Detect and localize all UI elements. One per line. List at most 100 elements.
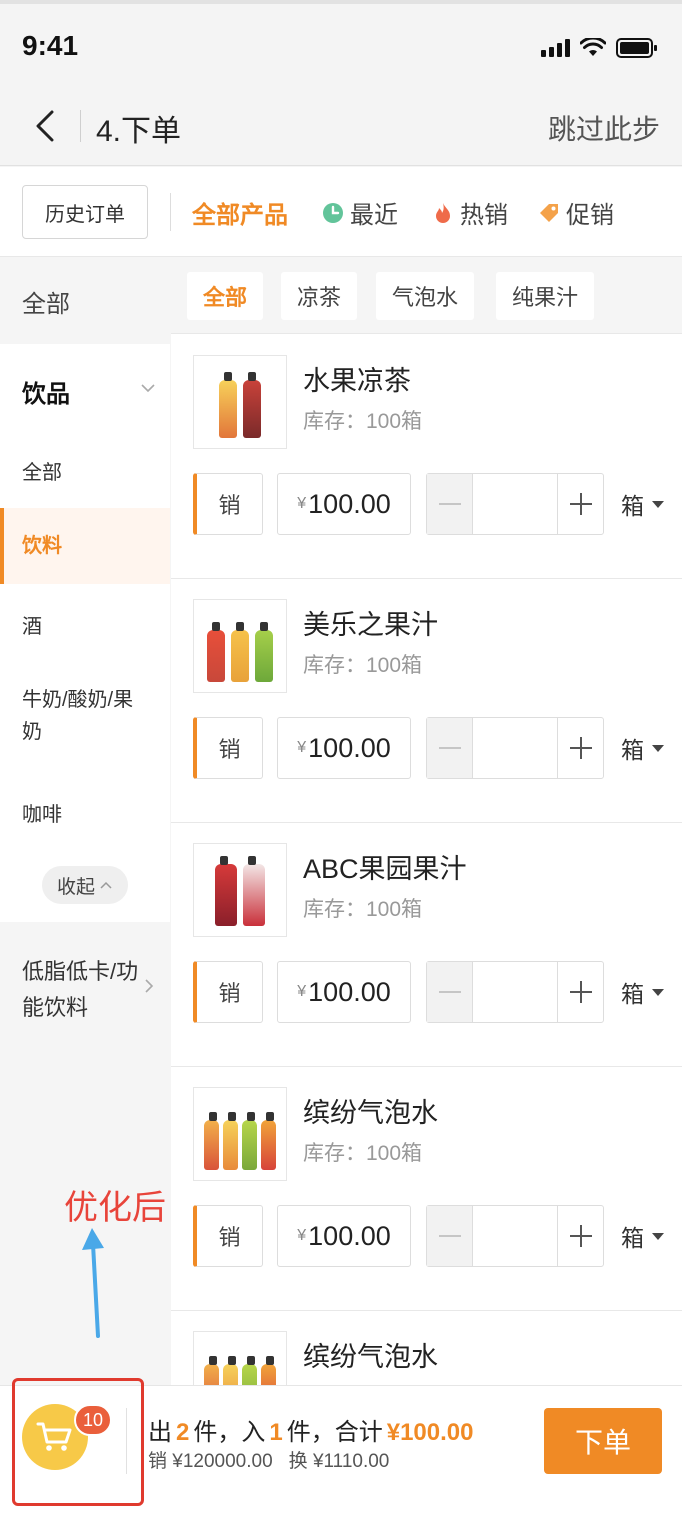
product-card: ABC果园果汁 库存：100箱 销 ¥ 100.00 箱 [171,823,682,1067]
product-name: 缤纷气泡水 [303,1342,438,1372]
sell-button[interactable]: 销 [193,1205,263,1267]
price-field[interactable]: ¥ 100.00 [277,717,411,779]
price-field[interactable]: ¥ 100.00 [277,1205,411,1267]
price-value: 100.00 [308,1220,391,1251]
product-image [193,1087,287,1181]
tab-hot[interactable]: 热销 [432,195,508,230]
chevron-down-icon[interactable] [140,380,156,396]
product-actions: 销 ¥ 100.00 箱 [193,961,673,1023]
currency-symbol: ¥ [297,495,307,512]
product-name: ABC果园果汁 [303,854,467,884]
tab-recent[interactable]: 最近 [322,195,398,230]
product-image [193,355,287,449]
unit-label: 箱 [621,981,644,1007]
minus-button[interactable] [427,962,473,1022]
order-summary: 出 2 件，入 1 件，合计 ¥100.00 [148,1412,473,1447]
unit-select[interactable]: 箱 [621,731,664,765]
back-arrow-icon[interactable] [28,106,68,146]
product-stock: 库存：100箱 [303,410,423,433]
sell-button[interactable]: 销 [193,961,263,1023]
minus-button[interactable] [427,474,473,534]
price-field[interactable]: ¥ 100.00 [277,961,411,1023]
unit-select[interactable]: 箱 [621,1219,664,1253]
annotation-label: 优化后 [64,1189,166,1227]
skip-step-button[interactable]: 跳过此步 [548,108,660,148]
place-order-button[interactable]: 下单 [544,1408,662,1474]
unit-label: 箱 [621,1225,644,1251]
quantity-input[interactable] [473,474,559,534]
annotation-arrow-icon [82,1228,104,1338]
plus-button[interactable] [557,718,603,778]
product-image [193,843,287,937]
exchange-summary: 换 ¥1110.00 [288,1451,390,1472]
tab-promo[interactable]: 促销 [538,195,614,230]
sidebar-group-title[interactable]: 饮品 [22,374,70,409]
chip-all[interactable]: 全部 [187,272,264,320]
cart-icon [36,1422,72,1451]
chip-pure-juice[interactable]: 纯果汁 [496,272,595,320]
sidebar-subitem-coffee[interactable]: 咖啡 [0,798,170,828]
quantity-input[interactable] [473,1206,559,1266]
tab-label: 热销 [460,202,508,229]
quantity-input[interactable] [473,718,559,778]
currency-symbol: ¥ [297,1227,307,1244]
unit-label: 箱 [621,493,644,519]
clock-icon [323,202,343,223]
status-bar: 9:41 [0,0,682,88]
tab-label: 最近 [350,202,398,229]
sell-summary: 销 ¥120000.00 [148,1451,273,1472]
product-stock: 库存：100箱 [303,654,423,677]
sidebar-subitem-milk[interactable]: 牛奶/酸奶/果奶 [0,684,140,748]
checkout-bar: 10 出 2 件，入 1 件，合计 ¥100.00 销 ¥120000.00 换… [0,1378,682,1520]
quantity-stepper [426,1205,604,1267]
quantity-stepper [426,473,604,535]
sidebar-group-drinks: 饮品 全部 饮料 酒 牛奶/酸奶/果奶 咖啡 收起 [0,344,170,922]
sidebar-subitem-liquor[interactable]: 酒 [0,610,170,640]
cart-count-badge: 10 [74,1404,113,1436]
product-actions: 销 ¥ 100.00 箱 [193,717,673,779]
product-name: 美乐之果汁 [303,610,438,640]
flame-icon [436,202,450,223]
quantity-input[interactable] [473,962,559,1022]
chip-sparkling-water[interactable]: 气泡水 [376,272,475,320]
page-title: 4.下单 [96,115,182,148]
unit-select[interactable]: 箱 [621,487,664,521]
sell-button[interactable]: 销 [193,473,263,535]
chip-herbal-tea[interactable]: 凉茶 [281,272,358,320]
collapse-button[interactable]: 收起 [42,866,128,904]
product-card: 缤纷气泡水 [171,1311,682,1388]
price-value: 100.00 [308,488,391,519]
product-stock: 库存：100箱 [303,898,423,921]
minus-button[interactable] [427,1206,473,1266]
price-value: 100.00 [308,976,391,1007]
total-label: 件，合计 [286,1419,383,1446]
collapse-label: 收起 [56,876,95,898]
filter-divider [170,193,171,231]
plus-button[interactable] [557,962,603,1022]
tab-all-products[interactable]: 全部产品 [192,195,288,230]
history-orders-button[interactable]: 历史订单 [22,185,148,239]
filter-bar: 历史订单 全部产品 最近 热销 促销 [0,167,682,257]
minus-button[interactable] [427,718,473,778]
caret-down-icon [652,500,664,508]
sidebar-item-lowfat[interactable]: 低脂低卡/功能饮料 [22,954,142,1026]
product-image [193,1331,287,1388]
currency-symbol: ¥ [297,983,307,1000]
sell-button[interactable]: 销 [193,717,263,779]
subcategory-chips: 全部 凉茶 气泡水 纯果汁 [171,258,682,334]
sidebar-subitem-all[interactable]: 全部 [0,456,170,486]
plus-button[interactable] [557,1206,603,1266]
nav-divider [80,110,81,142]
unit-select[interactable]: 箱 [621,975,664,1009]
plus-button[interactable] [557,474,603,534]
tab-label: 促销 [566,202,614,229]
sidebar-item-all[interactable]: 全部 [0,258,170,344]
product-card: 美乐之果汁 库存：100箱 销 ¥ 100.00 箱 [171,579,682,823]
product-image [193,599,287,693]
tag-icon [540,203,558,222]
caret-down-icon [652,744,664,752]
status-time: 9:41 [22,30,79,61]
out-label: 出 [148,1419,172,1446]
sidebar-subitem-beverage[interactable]: 饮料 [0,508,170,584]
price-field[interactable]: ¥ 100.00 [277,473,411,535]
